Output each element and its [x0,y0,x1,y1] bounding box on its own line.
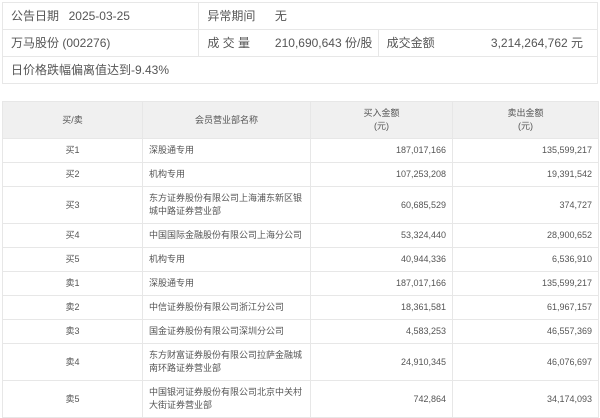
sell-amount-cell: 34,174,093 [453,381,599,418]
summary-row-reason: 日价格跌幅偏离值达到-9.43% [3,57,598,84]
sell-amount-cell: 135,599,217 [453,272,599,296]
table-row: 卖1 深股通专用 187,017,166 135,599,217 [3,272,599,296]
rank-cell: 卖5 [3,381,143,418]
buy-amount-cell: 742,864 [311,381,453,418]
buy-amount-cell: 4,583,253 [311,320,453,344]
branch-cell: 机构专用 [143,248,311,272]
branch-cell: 中信证券股份有限公司浙江分公司 [143,296,311,320]
sell-amount-cell: 135,599,217 [453,139,599,163]
stock-summary-table: 公告日期 2025-03-25 异常期间 无 万马股份 (002276) 成 交… [2,2,598,84]
buy-amount-cell: 60,685,529 [311,187,453,224]
branch-cell: 东方证券股份有限公司上海浦东新区银城中路证券营业部 [143,187,311,224]
buy-header-unit: (元) [374,121,389,131]
abnormal-period-value: 无 [267,3,598,30]
rank-cell: 买3 [3,187,143,224]
rank-cell: 买4 [3,224,143,248]
branch-cell: 深股通专用 [143,272,311,296]
table-row: 卖4 东方财富证券股份有限公司拉萨金融城南环路证券营业部 24,910,345 … [3,344,599,381]
branch-cell: 中国银河证券股份有限公司北京中关村大街证券营业部 [143,381,311,418]
table-row: 买1 深股通专用 187,017,166 135,599,217 [3,139,599,163]
branch-cell: 机构专用 [143,163,311,187]
announce-date-value: 2025-03-25 [61,3,199,30]
buy-amount-cell: 187,017,166 [311,272,453,296]
sell-header-unit: (元) [518,121,533,131]
buy-amount-cell: 187,017,166 [311,139,453,163]
buy-amount-cell: 24,910,345 [311,344,453,381]
table-row: 卖3 国金证券股份有限公司深圳分公司 4,583,253 46,557,369 [3,320,599,344]
table-row: 买5 机构专用 40,944,336 6,536,910 [3,248,599,272]
volume-value: 210,690,643 份/股 [267,30,378,57]
summary-row-date: 公告日期 2025-03-25 异常期间 无 [3,3,598,30]
col-header-branch: 会员营业部名称 [143,102,311,139]
rank-cell: 买1 [3,139,143,163]
announce-date-label: 公告日期 [3,3,61,30]
rank-cell: 卖2 [3,296,143,320]
table-row: 卖2 中信证券股份有限公司浙江分公司 18,361,581 61,967,157 [3,296,599,320]
listing-reason: 日价格跌幅偏离值达到-9.43% [3,57,598,84]
turnover-label: 成交金额 [378,30,478,57]
stock-name: 万马股份 (002276) [3,30,199,57]
lhb-page: 公告日期 2025-03-25 异常期间 无 万马股份 (002276) 成 交… [0,0,600,418]
sell-amount-cell: 46,076,697 [453,344,599,381]
rank-cell: 卖4 [3,344,143,381]
col-header-buy: 买入金额 (元) [311,102,453,139]
branch-cell: 东方财富证券股份有限公司拉萨金融城南环路证券营业部 [143,344,311,381]
volume-label: 成 交 量 [199,30,267,57]
sell-amount-cell: 374,727 [453,187,599,224]
turnover-value: 3,214,264,762 元 [478,30,597,57]
rank-cell: 卖3 [3,320,143,344]
rank-cell: 买5 [3,248,143,272]
buy-amount-cell: 18,361,581 [311,296,453,320]
col-header-sell: 卖出金额 (元) [453,102,599,139]
branch-cell: 中国国际金融股份有限公司上海分公司 [143,224,311,248]
col-header-side: 买/卖 [3,102,143,139]
sell-amount-cell: 6,536,910 [453,248,599,272]
table-row: 买3 东方证券股份有限公司上海浦东新区银城中路证券营业部 60,685,529 … [3,187,599,224]
buy-amount-cell: 107,253,208 [311,163,453,187]
buy-amount-cell: 40,944,336 [311,248,453,272]
sell-amount-cell: 46,557,369 [453,320,599,344]
rank-cell: 买2 [3,163,143,187]
abnormal-period-label: 异常期间 [199,3,267,30]
rank-cell: 卖1 [3,272,143,296]
buy-amount-cell: 53,324,440 [311,224,453,248]
sell-amount-cell: 28,900,652 [453,224,599,248]
table-header-row: 买/卖 会员营业部名称 买入金额 (元) 卖出金额 (元) [3,102,599,139]
branch-cell: 国金证券股份有限公司深圳分公司 [143,320,311,344]
table-row: 买2 机构专用 107,253,208 19,391,542 [3,163,599,187]
branch-cell: 深股通专用 [143,139,311,163]
sell-header-title: 卖出金额 [507,108,543,118]
buy-header-title: 买入金额 [363,108,399,118]
table-row: 买4 中国国际金融股份有限公司上海分公司 53,324,440 28,900,6… [3,224,599,248]
broker-seats-table: 买/卖 会员营业部名称 买入金额 (元) 卖出金额 (元) 买1 深股通专用 1… [2,101,599,418]
table-row: 卖5 中国银河证券股份有限公司北京中关村大街证券营业部 742,864 34,1… [3,381,599,418]
sell-amount-cell: 61,967,157 [453,296,599,320]
summary-row-volume: 万马股份 (002276) 成 交 量 210,690,643 份/股 成交金额… [3,30,598,57]
sell-amount-cell: 19,391,542 [453,163,599,187]
